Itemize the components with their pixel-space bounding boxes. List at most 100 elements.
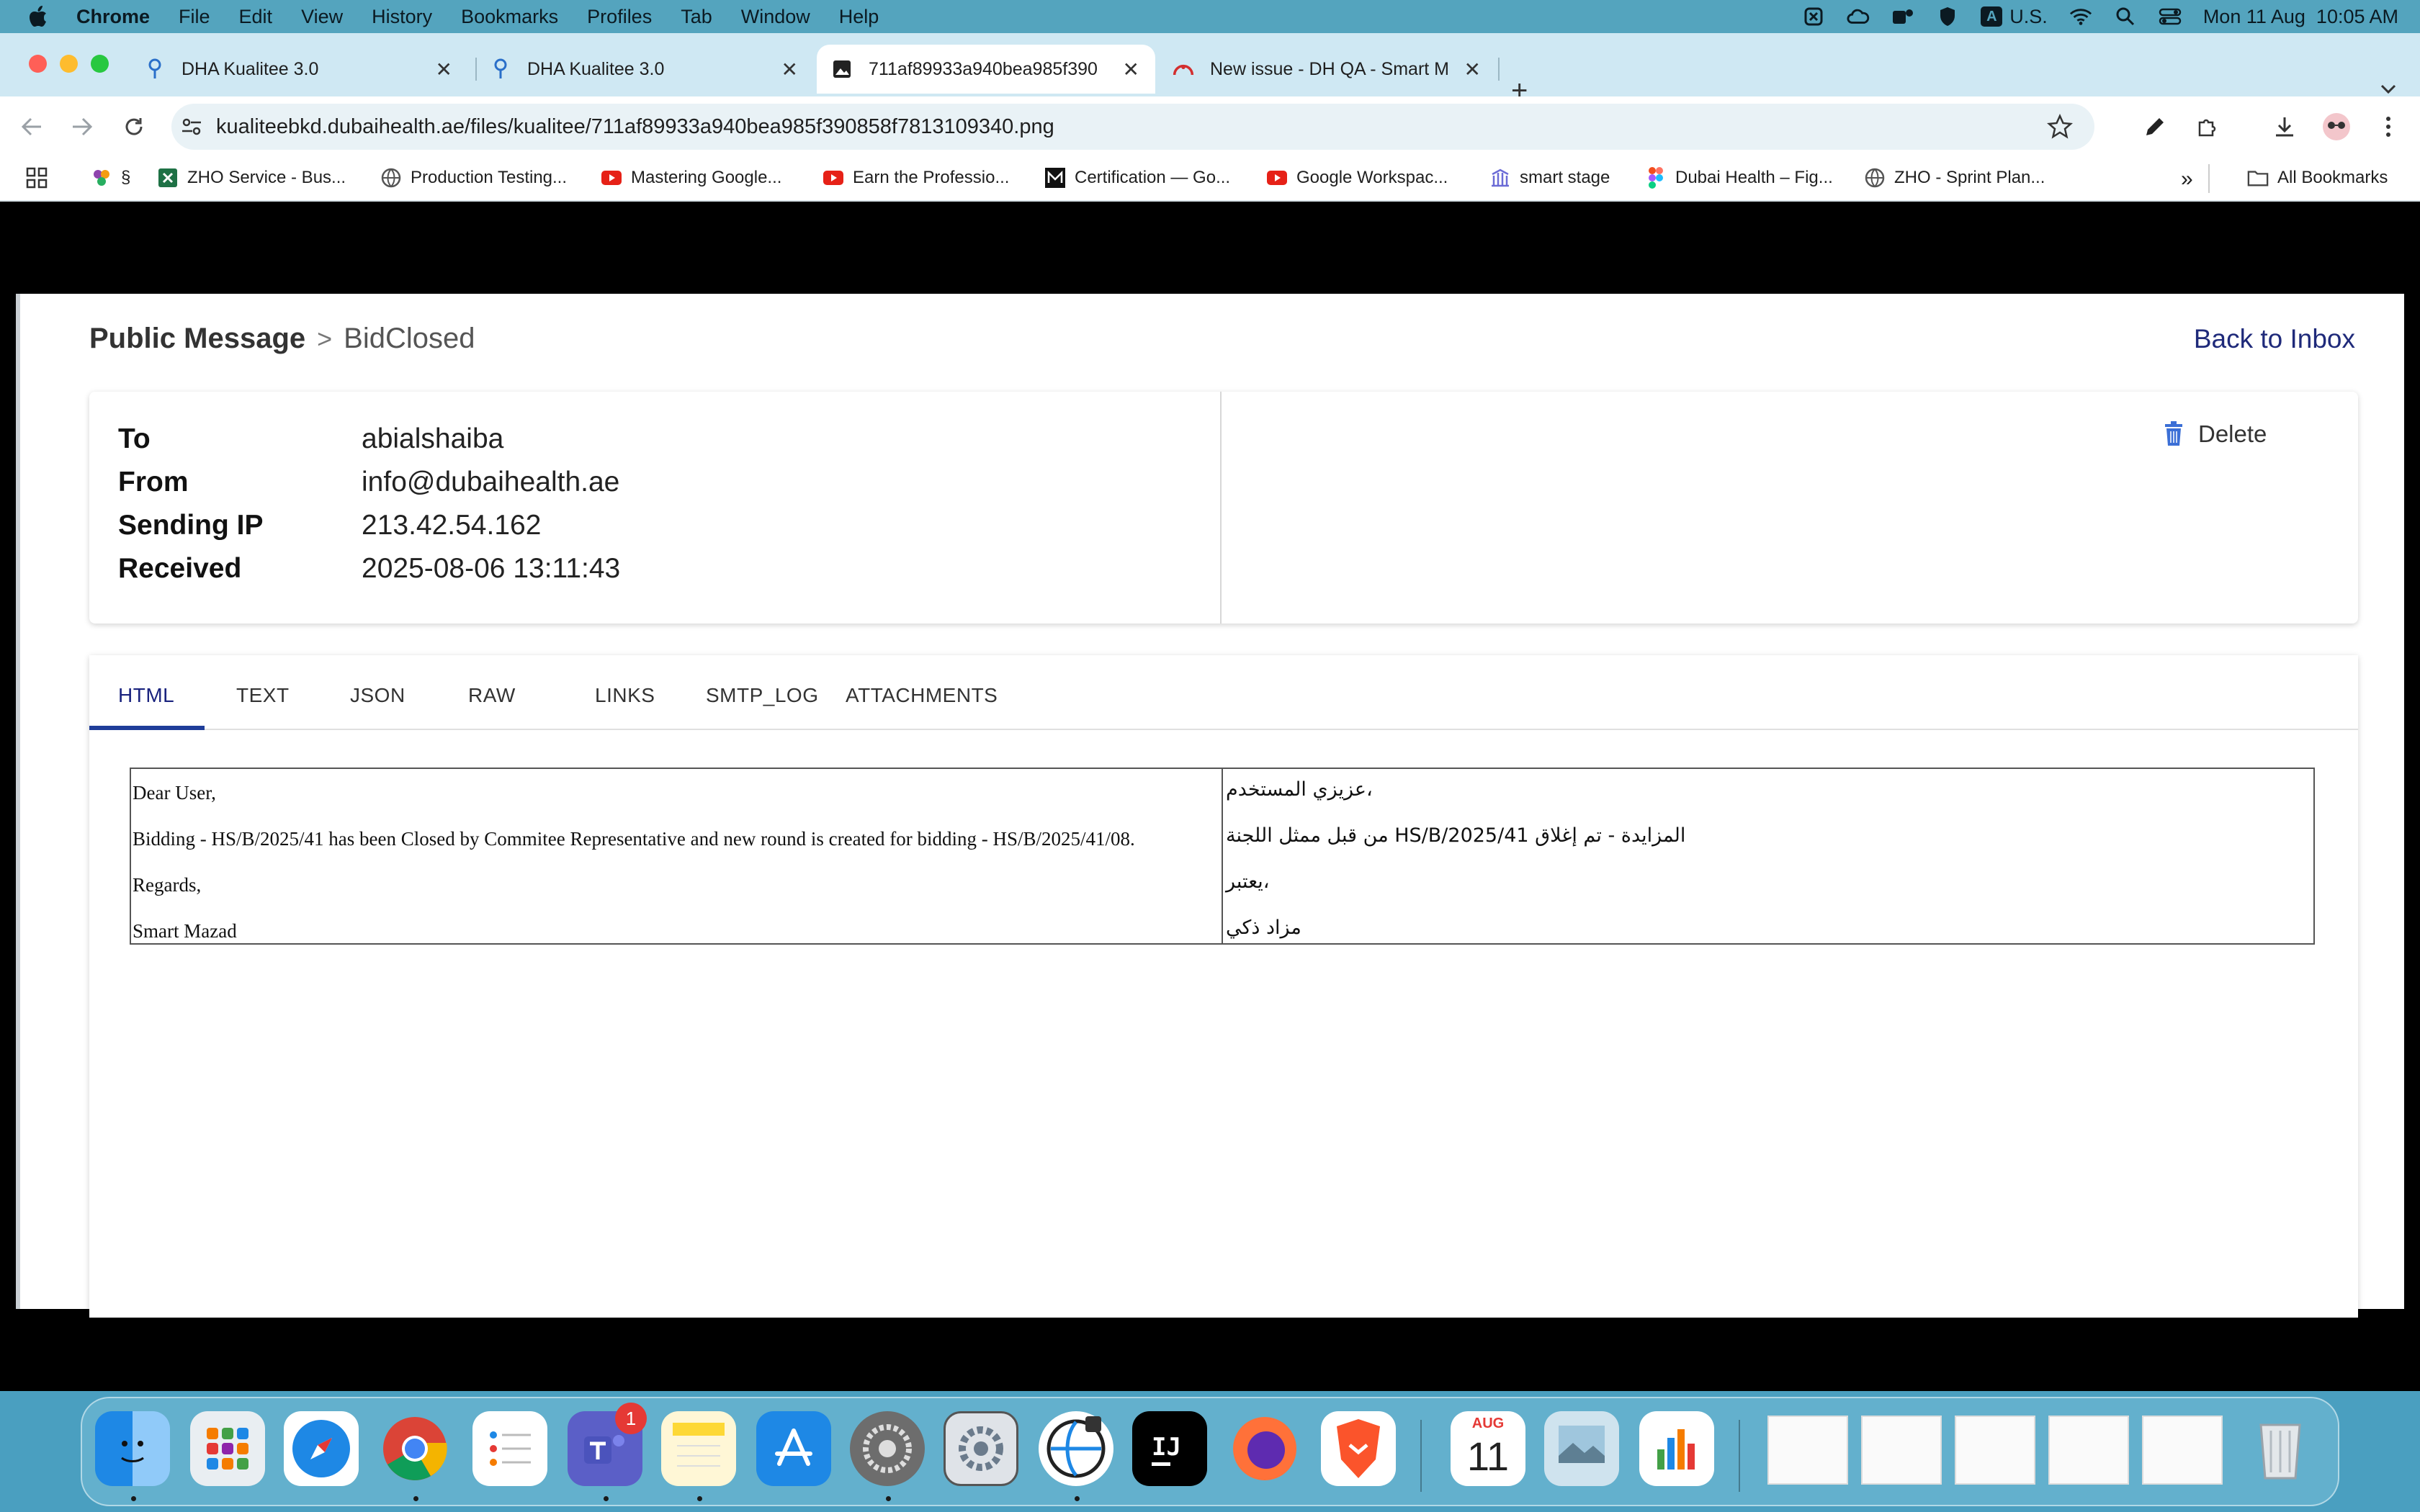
bookmark-item-smart-stage[interactable]: smart stage xyxy=(1489,167,1610,189)
bookmark-item-zho-service[interactable]: ZHO Service - Bus... xyxy=(157,167,346,189)
address-bar[interactable]: kualiteebkd.dubaihealth.ae/files/kualite… xyxy=(171,104,2094,150)
bookmark-item-dubai-health-figma[interactable]: Dubai Health – Fig... xyxy=(1645,167,1833,189)
minimized-window-thumbnail[interactable] xyxy=(2142,1416,2223,1485)
message-content-card: HTML TEXT JSON RAW LINKS SMTP_LOG ATTACH… xyxy=(89,655,2358,1318)
profile-avatar[interactable] xyxy=(2321,111,2352,143)
back-to-inbox-link[interactable]: Back to Inbox xyxy=(2194,324,2355,354)
minimized-window-thumbnail[interactable] xyxy=(1861,1416,1942,1485)
close-icon[interactable]: ✕ xyxy=(1123,58,1139,81)
preview-icon[interactable] xyxy=(1544,1411,1619,1486)
bookmark-item-zho-sprint[interactable]: ZHO - Sprint Plan... xyxy=(1864,167,2045,189)
bookmark-item-mastering-google[interactable]: Mastering Google... xyxy=(601,167,781,189)
bookmark-item-certification[interactable]: Certification — Go... xyxy=(1044,167,1230,189)
menu-app-name[interactable]: Chrome xyxy=(76,6,150,28)
delete-button[interactable]: Delete xyxy=(2164,420,2267,448)
bookmark-item-google-workspace[interactable]: Google Workspac... xyxy=(1266,167,1448,189)
wifi-icon[interactable] xyxy=(2069,6,2092,27)
breadcrumb-current: BidClosed xyxy=(344,323,475,354)
perplexity-icon[interactable] xyxy=(1802,6,1825,27)
meta-row-to: To abialshaiba xyxy=(118,423,503,455)
calendar-icon[interactable]: AUG 11 xyxy=(1451,1411,1525,1486)
reload-icon[interactable] xyxy=(118,111,150,143)
tab-raw[interactable]: RAW xyxy=(468,684,516,707)
menubar-clock[interactable]: Mon 11 Aug 10:05 AM xyxy=(2203,6,2398,28)
tab-json[interactable]: JSON xyxy=(350,684,405,707)
forward-arrow-icon[interactable] xyxy=(66,111,98,143)
launchpad-icon[interactable] xyxy=(190,1411,265,1486)
menu-help[interactable]: Help xyxy=(839,6,879,28)
menu-view[interactable]: View xyxy=(301,6,343,28)
tab-links[interactable]: LINKS xyxy=(595,684,655,707)
close-icon[interactable]: ✕ xyxy=(436,58,452,81)
teams-status-icon[interactable] xyxy=(1891,6,1914,27)
bookmark-item-section[interactable]: § xyxy=(91,167,130,189)
bookmark-label: § xyxy=(121,168,131,187)
control-center-icon[interactable] xyxy=(2159,6,2182,27)
tab-attachments[interactable]: ATTACHMENTS xyxy=(846,684,998,707)
minimized-window-thumbnail[interactable] xyxy=(1955,1416,2035,1485)
meta-row-received: Received 2025-08-06 13:11:43 xyxy=(118,553,620,585)
spotlight-search-icon[interactable] xyxy=(2114,6,2137,27)
menu-edit[interactable]: Edit xyxy=(239,6,273,28)
bookmark-item-earn-professional[interactable]: Earn the Professio... xyxy=(823,167,1009,189)
system-settings-icon[interactable] xyxy=(850,1411,925,1486)
firefox-icon[interactable] xyxy=(1227,1411,1302,1486)
bookmark-star-icon[interactable] xyxy=(2047,114,2073,140)
browser-tab-3-active[interactable]: 711af89933a940bea985f390 ✕ xyxy=(817,45,1155,94)
input-source-badge[interactable]: A xyxy=(1981,6,2003,27)
zoom-window-button[interactable] xyxy=(91,55,109,73)
intellij-icon[interactable]: IJ xyxy=(1132,1411,1207,1486)
apple-icon[interactable] xyxy=(27,4,49,29)
apps-grid-icon[interactable] xyxy=(26,167,48,189)
menu-bookmarks[interactable]: Bookmarks xyxy=(461,6,558,28)
notes-icon[interactable] xyxy=(661,1411,736,1486)
safari-icon[interactable] xyxy=(284,1411,359,1486)
all-bookmarks-folder[interactable]: All Bookmarks xyxy=(2247,167,2388,189)
input-source-label[interactable]: U.S. xyxy=(2009,6,2048,28)
trash-bin-icon[interactable] xyxy=(2243,1411,2318,1486)
macos-dock: 1 IJ AUG 11 xyxy=(81,1397,2339,1506)
close-icon[interactable]: ✕ xyxy=(781,58,798,81)
menu-history[interactable]: History xyxy=(372,6,432,28)
tab-html[interactable]: HTML xyxy=(118,684,174,707)
running-indicator xyxy=(697,1496,702,1501)
bookmark-item-production-testing[interactable]: Production Testing... xyxy=(380,167,567,189)
settings-gear-icon[interactable] xyxy=(944,1411,1018,1486)
app-store-icon[interactable] xyxy=(756,1411,831,1486)
download-icon[interactable] xyxy=(2269,111,2300,143)
shield-icon[interactable] xyxy=(1936,6,1959,27)
minimized-window-thumbnail[interactable] xyxy=(2048,1416,2129,1485)
menu-file[interactable]: File xyxy=(179,6,210,28)
bookmark-label: ZHO - Sprint Plan... xyxy=(1894,168,2045,187)
menu-tab[interactable]: Tab xyxy=(681,6,712,28)
cloud-icon[interactable] xyxy=(1847,6,1870,27)
browser-tab-1[interactable]: DHA Kualitee 3.0 ✕ xyxy=(130,45,468,94)
building-icon xyxy=(1489,167,1511,189)
minimized-window-thumbnail[interactable] xyxy=(1767,1416,1848,1485)
vpn-globe-icon[interactable] xyxy=(1039,1411,1113,1486)
breadcrumb-root[interactable]: Public Message xyxy=(89,323,305,355)
finder-icon[interactable] xyxy=(95,1411,170,1486)
more-bookmarks-chevron-icon[interactable]: » xyxy=(2181,167,2193,192)
minimize-window-button[interactable] xyxy=(60,55,78,73)
browser-tab-2[interactable]: DHA Kualitee 3.0 ✕ xyxy=(475,45,814,94)
chrome-icon[interactable] xyxy=(377,1411,452,1486)
menu-window[interactable]: Window xyxy=(741,6,810,28)
tab-text[interactable]: TEXT xyxy=(236,684,290,707)
image-file-icon xyxy=(831,58,853,80)
tab-smtp-log[interactable]: SMTP_LOG xyxy=(706,684,818,707)
extensions-puzzle-icon[interactable] xyxy=(2191,111,2223,143)
close-icon[interactable]: ✕ xyxy=(1464,58,1481,81)
meta-value: 2025-08-06 13:11:43 xyxy=(362,553,621,584)
site-settings-icon[interactable] xyxy=(179,114,205,140)
numbers-icon[interactable] xyxy=(1639,1411,1714,1486)
chrome-menu-icon[interactable] xyxy=(2372,111,2404,143)
close-window-button[interactable] xyxy=(29,55,47,73)
reminders-icon[interactable] xyxy=(472,1411,547,1486)
eyedropper-extension-icon[interactable] xyxy=(2139,111,2171,143)
bookmark-label: Certification — Go... xyxy=(1075,168,1231,187)
brave-icon[interactable] xyxy=(1321,1411,1396,1486)
menu-profiles[interactable]: Profiles xyxy=(587,6,652,28)
back-arrow-icon[interactable] xyxy=(16,111,48,143)
browser-tab-4[interactable]: New issue - DH QA - Smart M ✕ xyxy=(1158,45,1497,94)
